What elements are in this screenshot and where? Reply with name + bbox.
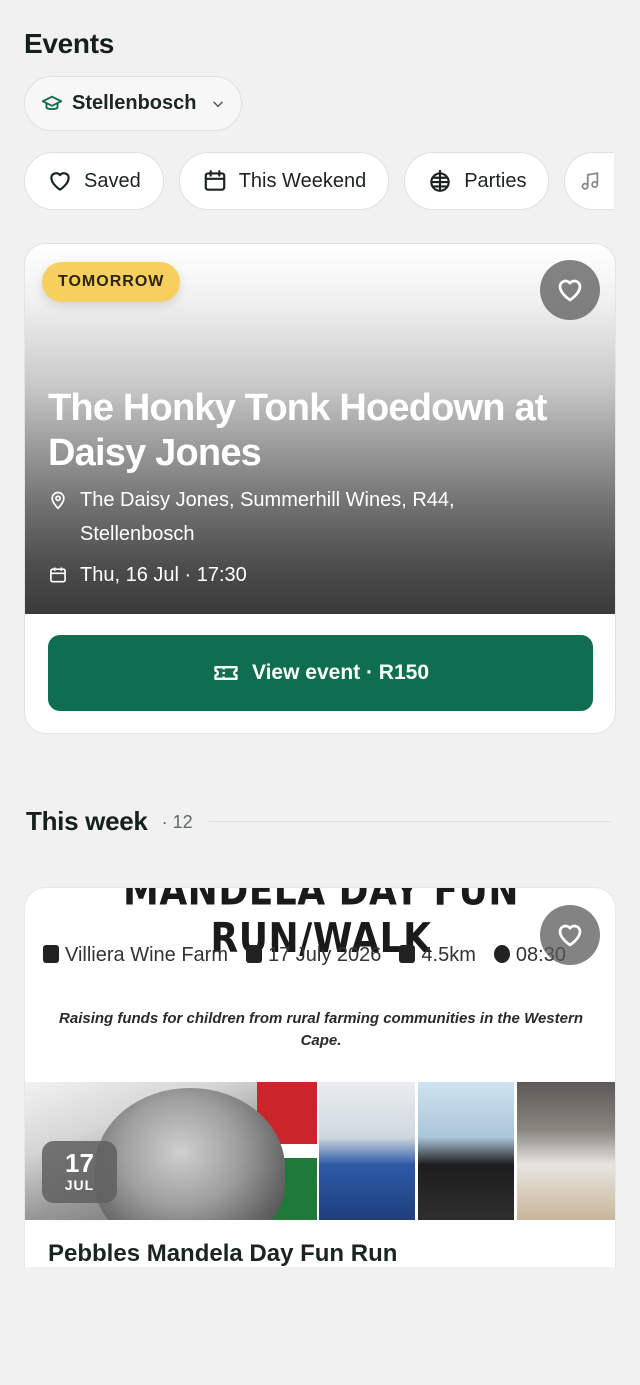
filter-label: Saved [84, 169, 141, 192]
disco-ball-icon [430, 170, 450, 192]
section-title: This week [26, 805, 148, 836]
clock-icon [493, 945, 510, 963]
poster-date-text: 17 July 2026 [268, 944, 382, 966]
event-title: The Honky Tonk Hoedown at Daisy Jones [48, 387, 547, 474]
volunteer-photo [319, 1082, 415, 1220]
tomorrow-badge: TOMORROW [42, 262, 181, 302]
location-pin-icon [51, 491, 65, 510]
volunteer-photo [418, 1082, 514, 1220]
calendar-icon [246, 945, 262, 963]
event-location: The Daisy Jones, Summerhill Wines, R44, … [80, 489, 455, 545]
filter-saved[interactable]: Saved [24, 152, 164, 210]
music-note-icon [582, 172, 599, 190]
event-datetime-row: Thu, 16 Jul · 17:30 [48, 558, 247, 592]
filter-label: Parties [464, 169, 527, 192]
ticket-icon [214, 666, 238, 680]
event-location-row: The Daisy Jones, Summerhill Wines, R44, … [48, 483, 528, 551]
filter-parties[interactable]: Parties [404, 152, 550, 210]
date-month: JUL [64, 1177, 95, 1193]
poster-distance-text: 4.5km [421, 944, 476, 966]
poster-venue-text: Villiera Wine Farm [65, 944, 228, 966]
campus-selector[interactable]: Stellenbosch [24, 76, 243, 131]
event-card[interactable]: MANDELA DAY FUN RUN/WALK Villiera Wine F… [24, 887, 616, 1267]
graduation-cap-icon [41, 95, 63, 110]
heart-icon [558, 924, 582, 947]
chevron-down-icon [213, 101, 224, 107]
filter-chips: Saved This Weekend Parties [24, 152, 640, 210]
event-name: Pebbles Mandela Day Fun Run [48, 1240, 398, 1267]
filter-this-weekend[interactable]: This Weekend [178, 152, 390, 210]
save-event-button[interactable] [540, 260, 600, 320]
page-title: Events [24, 28, 115, 59]
section-count: · 12 [161, 811, 193, 832]
divider [208, 820, 612, 822]
featured-event-card[interactable]: TOMORROW The Honky Tonk Hoedown at Daisy… [24, 243, 616, 734]
save-event-button[interactable] [540, 905, 600, 965]
heart-icon [558, 279, 582, 302]
campus-label: Stellenbosch [72, 92, 197, 114]
poster-info-row: Villiera Wine Farm 17 July 2026 4.5km 08… [43, 944, 615, 967]
volunteer-photo [517, 1082, 615, 1220]
date-badge: 17 JUL [42, 1141, 117, 1203]
distance-icon [399, 945, 416, 963]
poster-tagline: Raising funds for children from rural fa… [59, 1010, 583, 1049]
event-datetime: Thu, 16 Jul · 17:30 [80, 564, 247, 586]
view-event-label: View event · R150 [251, 661, 430, 684]
poster-distance: 4.5km [399, 944, 476, 967]
view-event-button[interactable]: View event · R150 [48, 635, 593, 711]
this-week-header: This week · 12 [26, 803, 612, 839]
poster-date: 17 July 2026 [246, 944, 381, 967]
poster-venue: Villiera Wine Farm [43, 944, 228, 967]
filter-music[interactable] [564, 152, 615, 210]
location-pin-icon [43, 945, 59, 963]
filter-label: This Weekend [238, 169, 367, 192]
calendar-icon [50, 567, 66, 583]
date-day: 17 [65, 1148, 94, 1178]
calendar-icon [204, 170, 226, 191]
heart-icon [50, 172, 70, 191]
